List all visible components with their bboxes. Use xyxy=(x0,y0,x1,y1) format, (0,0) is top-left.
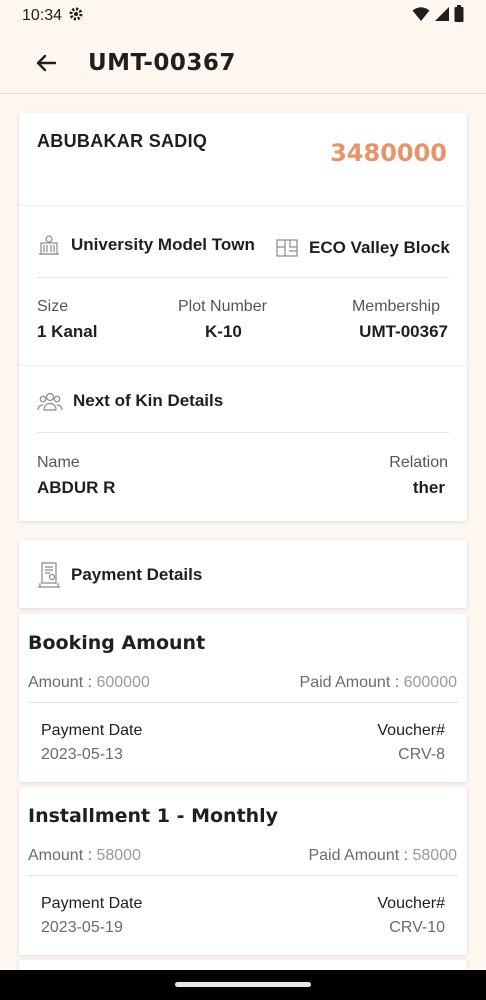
size-label: Size xyxy=(37,298,69,315)
payment-card-booking[interactable]: Booking Amount Amount : 600000 Paid Amou… xyxy=(19,614,467,782)
block-label: ECO Valley Block xyxy=(309,238,450,257)
membership-value: UMT-00367 xyxy=(359,322,448,341)
payment-amount: Amount : 600000 xyxy=(28,674,150,692)
university-building-icon xyxy=(39,235,59,255)
payment-date-label: Payment Date xyxy=(41,722,143,739)
cell-signal-icon xyxy=(434,6,450,27)
amount-value: 58000 xyxy=(96,847,141,864)
next-of-kin-title: Next of Kin Details xyxy=(73,391,224,410)
divider xyxy=(37,432,449,433)
amount-label: Amount : xyxy=(28,674,97,691)
payment-card-installment[interactable]: Installment 1 - Monthly Amount : 58000 P… xyxy=(19,787,467,955)
plot-number-label: Plot Number xyxy=(178,298,267,315)
paid-amount-value: 600000 xyxy=(403,674,457,691)
app-bar: UMT-00367 xyxy=(0,32,486,94)
paid-amount-label: Paid Amount : xyxy=(299,674,404,691)
system-navigation-bar xyxy=(0,970,486,1000)
payment-details-heading: Payment Details xyxy=(37,562,202,588)
payment-paid-amount: Paid Amount : 600000 xyxy=(300,674,457,692)
divider xyxy=(19,205,467,206)
voucher-value: CRV-8 xyxy=(398,746,445,763)
voucher-value: CRV-10 xyxy=(389,919,445,936)
next-of-kin-heading: Next of Kin Details xyxy=(37,390,223,412)
kin-relation-value: ther xyxy=(412,478,445,497)
voucher-label: Voucher# xyxy=(377,895,445,912)
voucher-label: Voucher# xyxy=(377,722,445,739)
kin-relation-label: Relation xyxy=(389,454,448,471)
owner-name: ABUBAKAR SADIQ xyxy=(37,131,208,151)
block-name: ECO Valley Block xyxy=(275,236,450,260)
amount-value: 600000 xyxy=(96,674,150,691)
wifi-icon xyxy=(412,6,430,27)
plot-number-value: K-10 xyxy=(205,322,242,341)
divider xyxy=(37,277,449,278)
payment-paid-amount: Paid Amount : 58000 xyxy=(308,847,457,865)
payment-details-title: Payment Details xyxy=(71,565,203,584)
payment-date-value: 2023-05-13 xyxy=(41,746,123,763)
map-block-icon xyxy=(276,239,298,257)
status-time: 10:34 xyxy=(22,7,63,24)
owner-total-amount: 3480000 xyxy=(330,139,447,167)
society-label: University Model Town xyxy=(71,235,255,254)
page-title: UMT-00367 xyxy=(88,49,236,76)
payment-date-label: Payment Date xyxy=(41,895,143,912)
paid-amount-value: 58000 xyxy=(412,847,458,864)
home-gesture-handle[interactable] xyxy=(175,982,311,987)
payment-details-header: Payment Details xyxy=(19,540,467,608)
membership-label: Membership xyxy=(351,298,440,315)
settings-gear-icon xyxy=(68,6,84,27)
amount-label: Amount : xyxy=(28,847,97,864)
divider xyxy=(28,875,458,876)
divider xyxy=(19,365,467,366)
paid-amount-label: Paid Amount : xyxy=(308,847,413,864)
arrow-left-icon xyxy=(36,54,57,71)
receipt-document-icon xyxy=(38,562,60,588)
payment-date-value: 2023-05-19 xyxy=(41,919,123,936)
back-button[interactable] xyxy=(22,39,70,87)
size-value: 1 Kanal xyxy=(37,322,98,341)
plot-details-card: ABUBAKAR SADIQ 3480000 University Model … xyxy=(19,113,467,521)
status-bar: 10:34 xyxy=(0,0,486,32)
battery-icon xyxy=(454,5,464,27)
kin-name-label: Name xyxy=(37,454,80,471)
kin-name-value: ABDUR R xyxy=(37,478,116,497)
payment-title: Installment 1 - Monthly xyxy=(28,805,279,827)
payment-title: Booking Amount xyxy=(28,632,206,654)
payment-amount: Amount : 58000 xyxy=(28,847,141,865)
people-group-icon xyxy=(37,392,63,411)
society-name: University Model Town xyxy=(37,233,255,257)
divider xyxy=(28,702,458,703)
